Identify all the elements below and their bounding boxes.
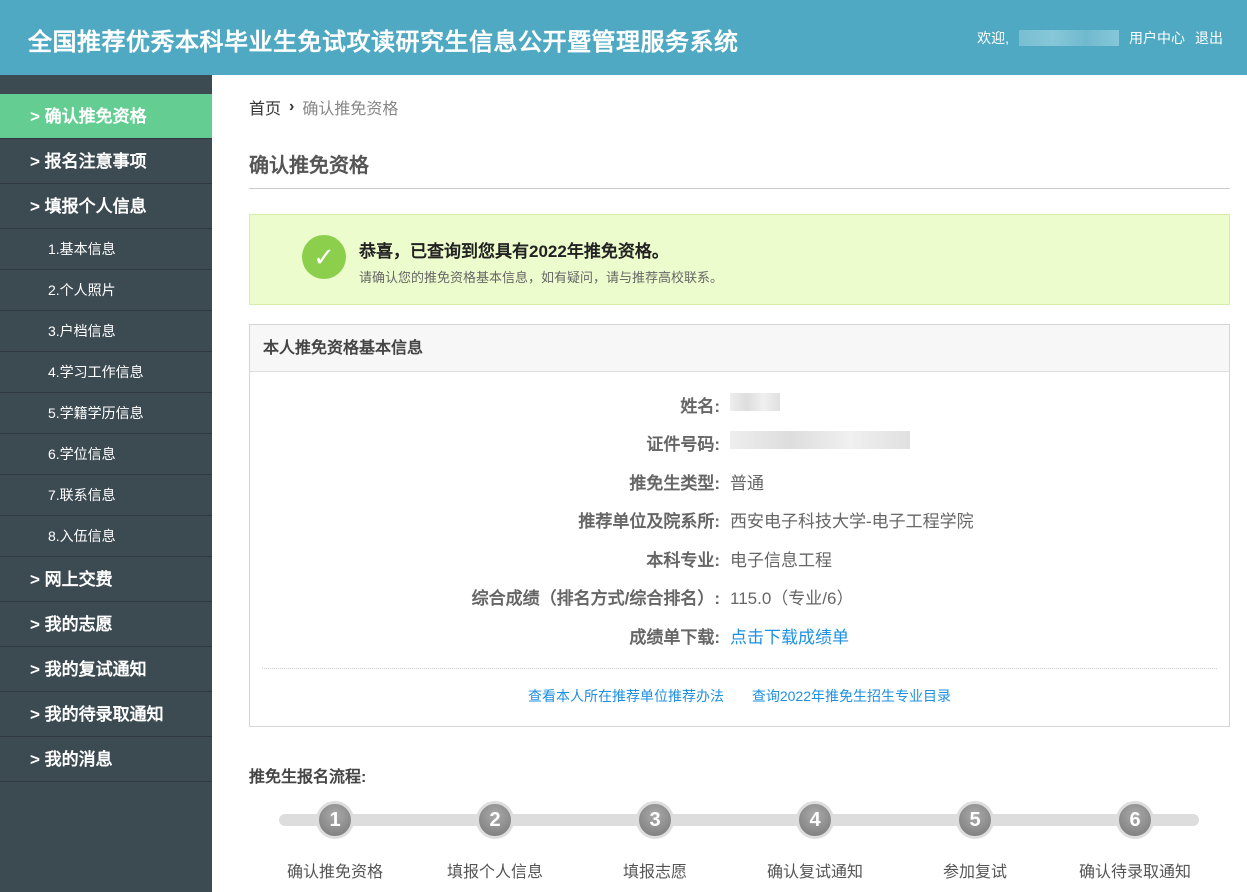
info-value: 西安电子科技大学-电子工程学院 bbox=[730, 512, 974, 532]
sidebar-item[interactable]: 8.入伍信息 bbox=[0, 516, 212, 557]
sidebar-item[interactable]: 3.户档信息 bbox=[0, 311, 212, 352]
redacted-value bbox=[730, 431, 910, 450]
sidebar-item[interactable]: 2.个人照片 bbox=[0, 270, 212, 311]
step-number-icon: 6 bbox=[1116, 801, 1154, 839]
sidebar-item[interactable]: 1.基本信息 bbox=[0, 229, 212, 270]
info-row: 综合成绩（排名方式/综合排名）: 115.0（专业/6） bbox=[250, 578, 1229, 617]
sidebar-item[interactable]: > 我的复试通知 bbox=[0, 647, 212, 692]
info-value: 普通 bbox=[730, 473, 764, 493]
step-number-icon: 4 bbox=[796, 801, 834, 839]
info-row: 本科专业: 电子信息工程 bbox=[250, 539, 1229, 578]
sidebar-item[interactable]: 7.联系信息 bbox=[0, 475, 212, 516]
info-row: 证件号码: bbox=[250, 424, 1229, 463]
step-label: 填报志愿 bbox=[622, 864, 687, 881]
welcome-text: 欢迎, bbox=[977, 30, 1009, 46]
info-label: 综合成绩（排名方式/综合排名）: bbox=[471, 589, 720, 609]
sidebar-item[interactable]: > 我的待录取通知 bbox=[0, 692, 212, 737]
username-redacted bbox=[1019, 30, 1119, 46]
chevron-right-icon: › bbox=[289, 98, 295, 115]
sidebar-item[interactable]: > 我的消息 bbox=[0, 737, 212, 782]
alert-subtitle: 请确认您的推免资格基本信息，如有疑问，请与推荐高校联系。 bbox=[359, 270, 724, 285]
sidebar: > 确认推免资格 > 报名注意事项 > 填报个人信息 1.基本信息 2.个人照片 3.户档… bbox=[0, 75, 212, 892]
step-label: 确认复试通知 bbox=[766, 864, 863, 881]
download-transcript-link[interactable]: 点击下载成绩单 bbox=[730, 628, 849, 647]
major-catalog-link[interactable]: 查询2022年推免生招生专业目录 bbox=[752, 688, 951, 704]
breadcrumb: 首页 › 确认推免资格 bbox=[249, 95, 1230, 119]
check-circle-icon: ✓ bbox=[302, 235, 346, 279]
step-number-icon: 2 bbox=[476, 801, 514, 839]
sidebar-item[interactable]: > 确认推免资格 bbox=[0, 94, 212, 139]
panel-title: 本人推免资格基本信息 bbox=[250, 325, 1229, 372]
step-label: 参加复试 bbox=[942, 864, 1007, 881]
step-number-icon: 5 bbox=[956, 801, 994, 839]
page-title: 确认推免资格 bbox=[249, 149, 1230, 189]
breadcrumb-home[interactable]: 首页 bbox=[249, 95, 281, 119]
user-center-link[interactable]: 用户中心 bbox=[1129, 28, 1185, 48]
info-row: 推免生类型: 普通 bbox=[250, 462, 1229, 501]
flow-title: 推免生报名流程: bbox=[249, 769, 367, 786]
sidebar-item[interactable]: 5.学籍学历信息 bbox=[0, 393, 212, 434]
sidebar-item[interactable]: 4.学习工作信息 bbox=[0, 352, 212, 393]
step-number-icon: 3 bbox=[636, 801, 674, 839]
info-row: 成绩单下载: 点击下载成绩单 bbox=[250, 616, 1229, 655]
main-content: 首页 › 确认推免资格 确认推免资格 ✓ 恭喜，已查询到您具有2022年推免资格… bbox=[249, 75, 1230, 881]
step-label: 确认待录取通知 bbox=[1078, 864, 1191, 881]
info-value: 电子信息工程 bbox=[730, 550, 832, 570]
recommend-method-link[interactable]: 查看本人所在推荐单位推荐办法 bbox=[528, 688, 724, 704]
success-alert: ✓ 恭喜，已查询到您具有2022年推免资格。 请确认您的推免资格基本信息，如有疑… bbox=[249, 214, 1230, 305]
step-number-icon: 1 bbox=[316, 801, 354, 839]
alert-title: 恭喜，已查询到您具有2022年推免资格。 bbox=[359, 242, 669, 261]
info-value: 115.0（专业/6） bbox=[730, 589, 854, 609]
info-row: 姓名: bbox=[250, 385, 1229, 424]
step-label: 确认推免资格 bbox=[286, 864, 383, 881]
redacted-value bbox=[730, 392, 780, 411]
sidebar-item[interactable]: > 网上交费 bbox=[0, 557, 212, 602]
flow-track bbox=[279, 814, 1199, 826]
info-label: 推荐单位及院系所: bbox=[578, 512, 720, 532]
step-label: 填报个人信息 bbox=[446, 864, 543, 881]
info-label: 推免生类型: bbox=[629, 473, 720, 493]
info-label: 本科专业: bbox=[646, 550, 720, 570]
logout-link[interactable]: 退出 bbox=[1195, 28, 1223, 48]
info-label: 成绩单下载: bbox=[629, 627, 720, 647]
app-title: 全国推荐优秀本科毕业生免试攻读研究生信息公开暨管理服务系统 bbox=[28, 29, 739, 56]
sidebar-item[interactable]: > 填报个人信息 bbox=[0, 184, 212, 229]
header: 全国推荐优秀本科毕业生免试攻读研究生信息公开暨管理服务系统 欢迎, 用户中心 退… bbox=[0, 0, 1247, 75]
breadcrumb-current: 确认推免资格 bbox=[302, 101, 399, 118]
sidebar-item[interactable]: > 我的志愿 bbox=[0, 602, 212, 647]
sidebar-item[interactable]: > 报名注意事项 bbox=[0, 139, 212, 184]
info-row: 推荐单位及院系所: 西安电子科技大学-电子工程学院 bbox=[250, 501, 1229, 540]
sidebar-item[interactable]: 6.学位信息 bbox=[0, 434, 212, 475]
info-panel: 本人推免资格基本信息 姓名: 证件号码: 推免生类型: 普通 推荐单位及院系所: 西安电子… bbox=[249, 324, 1230, 727]
info-label: 姓名: bbox=[680, 396, 720, 416]
info-label: 证件号码: bbox=[646, 435, 720, 455]
